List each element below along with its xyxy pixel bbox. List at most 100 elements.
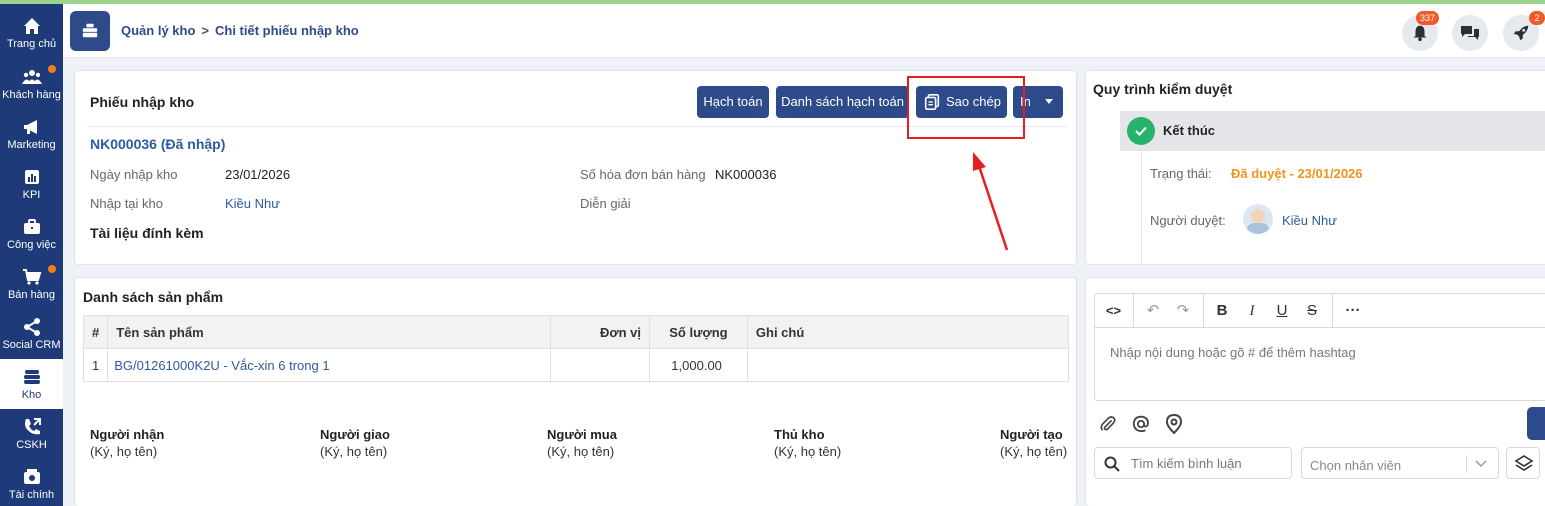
approval-step: Kết thúc bbox=[1120, 111, 1545, 151]
underline-icon[interactable]: U bbox=[1268, 294, 1296, 328]
editor-toolbar: <> ↶ ↷ B I U S ··· bbox=[1095, 294, 1545, 328]
phone-icon bbox=[25, 418, 41, 435]
rocket-icon bbox=[1513, 25, 1529, 41]
module-icon bbox=[70, 11, 110, 51]
employee-select-placeholder: Chọn nhân viên bbox=[1310, 458, 1402, 473]
sidebar-item-kpi[interactable]: KPI bbox=[0, 159, 63, 209]
attachments-title: Tài liệu đính kèm bbox=[90, 225, 204, 241]
comment-search-field[interactable]: Tìm kiếm bình luận bbox=[1094, 447, 1292, 479]
warehouse-value[interactable]: Kiều Như bbox=[225, 196, 280, 211]
search-icon bbox=[1104, 456, 1120, 472]
product-quantity: 1,000.00 bbox=[648, 348, 748, 382]
product-name[interactable]: BG/01261000K2U - Vắc-xin 6 trong 1 bbox=[107, 348, 552, 382]
sidebar-item-sales[interactable]: Bán hàng bbox=[0, 259, 63, 309]
highlight-box bbox=[907, 76, 1025, 139]
toolbar-divider bbox=[1133, 294, 1134, 328]
breadcrumb-separator: > bbox=[201, 23, 209, 38]
redo-icon[interactable]: ↷ bbox=[1169, 294, 1197, 328]
mention-icon[interactable] bbox=[1132, 415, 1150, 433]
bell-icon bbox=[1413, 25, 1427, 42]
signature-deliverer: Người giao (Ký, họ tên) bbox=[320, 427, 390, 459]
chevron-down-icon bbox=[1045, 99, 1053, 104]
signature-buyer: Người mua (Ký, họ tên) bbox=[547, 427, 617, 459]
status-value: Đã duyệt - 23/01/2026 bbox=[1231, 166, 1363, 181]
layers-button[interactable] bbox=[1506, 447, 1540, 479]
timeline-line bbox=[1141, 151, 1142, 266]
chat-icon bbox=[1461, 26, 1479, 40]
product-note bbox=[746, 348, 1070, 382]
sidebar-item-label: KPI bbox=[22, 189, 41, 201]
undo-icon[interactable]: ↶ bbox=[1139, 294, 1167, 328]
notifications-button[interactable]: 337 bbox=[1402, 11, 1440, 51]
users-icon bbox=[22, 70, 42, 84]
sidebar-item-warehouse[interactable]: Kho bbox=[0, 359, 63, 409]
products-card: Danh sách sản phẩm # Tên sản phẩm Đơn vị… bbox=[74, 277, 1077, 506]
warehouse-label: Nhập tại kho bbox=[90, 196, 163, 211]
sidebar-item-label: Khách hàng bbox=[2, 89, 61, 101]
approval-card: Quy trình kiểm duyệt Kết thúc Trạng thái… bbox=[1085, 70, 1545, 266]
description-label: Diễn giải bbox=[580, 196, 631, 211]
top-header: Quản lý kho > Chi tiết phiếu nhập kho 337 … bbox=[63, 4, 1545, 58]
products-title: Danh sách sản phẩm bbox=[83, 289, 224, 305]
breadcrumb: Quản lý kho > Chi tiết phiếu nhập kho bbox=[121, 23, 359, 38]
comments-card: <> ↶ ↷ B I U S ··· Nhập nội dung hoặc gõ… bbox=[1085, 277, 1545, 506]
accounting-button[interactable]: Hạch toán bbox=[697, 86, 769, 118]
chat-button[interactable] bbox=[1452, 15, 1488, 51]
sidebar-item-finance[interactable]: Tài chính bbox=[0, 459, 63, 506]
employee-select[interactable]: Chọn nhân viên bbox=[1301, 447, 1499, 479]
sidebar-item-label: Bán hàng bbox=[7, 289, 56, 301]
select-divider bbox=[1466, 455, 1467, 473]
approver-name[interactable]: Kiều Như bbox=[1282, 213, 1337, 228]
sidebar-item-label: Công việc bbox=[7, 239, 56, 251]
column-header: Tên sản phẩm bbox=[107, 315, 552, 349]
signature-creator: Người tạo (Ký, họ tên) bbox=[1000, 427, 1068, 459]
quick-actions-badge: 2 bbox=[1529, 11, 1545, 25]
comment-editor: <> ↶ ↷ B I U S ··· Nhập nội dung hoặc gõ… bbox=[1094, 293, 1545, 401]
comment-input[interactable]: Nhập nội dung hoặc gõ # để thêm hashtag bbox=[1110, 345, 1356, 360]
send-button[interactable] bbox=[1527, 407, 1545, 440]
comment-search-input: Tìm kiếm bình luận bbox=[1131, 456, 1242, 471]
receipt-code: NK000036 (Đã nhập) bbox=[90, 136, 226, 152]
megaphone-icon bbox=[24, 120, 37, 134]
sidebar-item-marketing[interactable]: Marketing bbox=[0, 109, 63, 159]
briefcase-icon bbox=[24, 219, 40, 234]
column-header: Số lượng bbox=[648, 315, 748, 349]
sidebar-item-customer-care[interactable]: CSKH bbox=[0, 409, 63, 459]
notification-dot bbox=[48, 65, 56, 73]
bold-icon[interactable]: B bbox=[1208, 294, 1236, 328]
sidebar: Trang chủ Khách hàng Marketing KPI Công … bbox=[0, 4, 63, 506]
code-view-icon[interactable]: <> bbox=[1095, 294, 1132, 328]
breadcrumb-current: Chi tiết phiếu nhập kho bbox=[215, 23, 359, 38]
sidebar-item-label: Social CRM bbox=[2, 339, 61, 351]
home-icon bbox=[24, 18, 40, 34]
check-icon bbox=[1127, 117, 1155, 145]
receipt-title: Phiếu nhập kho bbox=[90, 94, 195, 110]
more-icon[interactable]: ··· bbox=[1338, 294, 1368, 328]
sidebar-item-tasks[interactable]: Công việc bbox=[0, 209, 63, 259]
quick-actions-button[interactable]: 2 bbox=[1503, 11, 1545, 51]
strikethrough-icon[interactable]: S bbox=[1298, 294, 1326, 328]
share-icon bbox=[24, 318, 40, 336]
sidebar-item-label: Kho bbox=[21, 389, 42, 401]
layers-icon bbox=[1514, 455, 1534, 471]
sidebar-item-label: Trang chủ bbox=[6, 38, 57, 50]
breadcrumb-warehouse[interactable]: Quản lý kho bbox=[121, 23, 195, 38]
status-label: Trạng thái: bbox=[1150, 166, 1212, 181]
column-header: # bbox=[82, 315, 109, 349]
table-header-row: # Tên sản phẩm Đơn vị Số lượng Ghi chú bbox=[82, 315, 1070, 349]
chevron-down-icon bbox=[1475, 460, 1487, 468]
accounting-list-button[interactable]: Danh sách hạch toán bbox=[776, 86, 909, 118]
sidebar-item-social-crm[interactable]: Social CRM bbox=[0, 309, 63, 359]
wallet-icon bbox=[24, 469, 40, 484]
paperclip-icon[interactable] bbox=[1099, 415, 1117, 433]
sidebar-item-label: Tài chính bbox=[8, 489, 55, 501]
toolbar-divider bbox=[1332, 294, 1333, 328]
sidebar-item-customers[interactable]: Khách hàng bbox=[0, 59, 63, 109]
approval-step-label: Kết thúc bbox=[1163, 123, 1215, 138]
italic-icon[interactable]: I bbox=[1238, 294, 1266, 328]
location-icon[interactable] bbox=[1165, 414, 1183, 434]
approver-avatar bbox=[1243, 204, 1273, 234]
warehouse-icon bbox=[24, 370, 40, 384]
table-row: 1 BG/01261000K2U - Vắc-xin 6 trong 1 1,0… bbox=[82, 348, 1070, 382]
sidebar-item-home[interactable]: Trang chủ bbox=[0, 8, 63, 58]
